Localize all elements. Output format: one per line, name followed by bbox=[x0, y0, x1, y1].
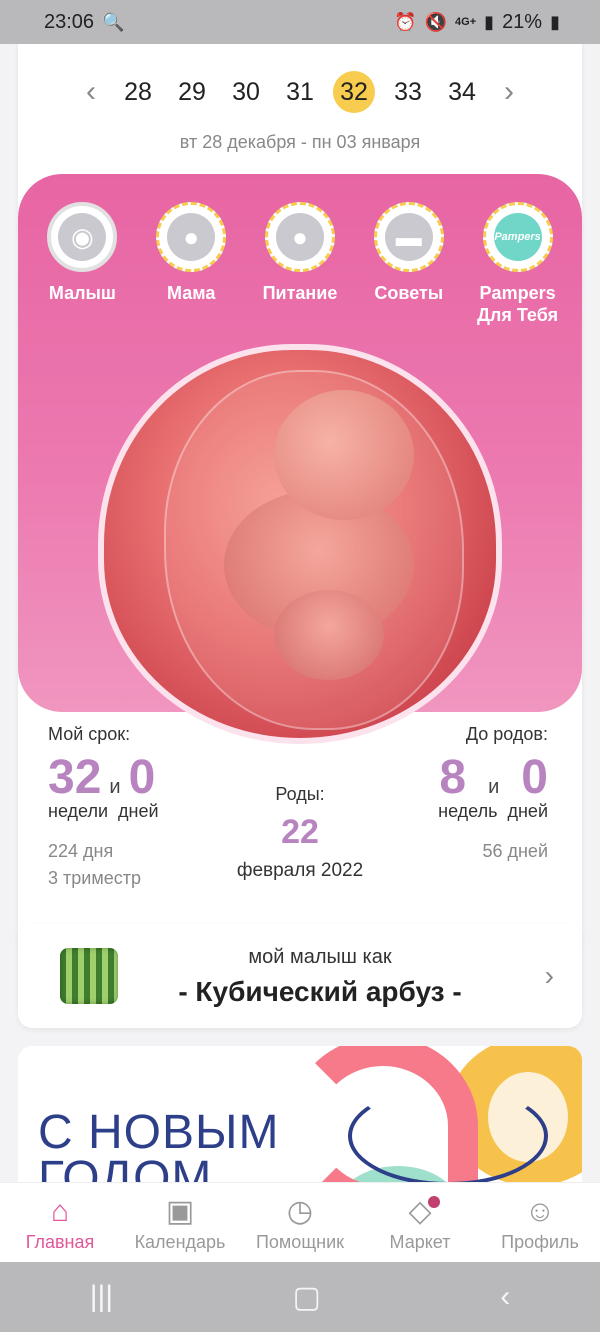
next-week-button[interactable]: › bbox=[489, 75, 529, 109]
week-selector: ‹ 28 29 30 31 32 33 34 › bbox=[18, 68, 582, 116]
network-type: 4G+ bbox=[455, 16, 477, 28]
chat-bubble-icon: ▬ bbox=[384, 213, 433, 261]
week-28[interactable]: 28 bbox=[111, 70, 165, 114]
mute-icon: 🔇 bbox=[424, 11, 448, 32]
term-total-days: 224 дня bbox=[48, 841, 114, 861]
home-button-icon[interactable]: ▢ bbox=[293, 1280, 321, 1315]
trimester: 3 триместр bbox=[48, 868, 141, 888]
term-days: 0 bbox=[128, 751, 156, 804]
week-34[interactable]: 34 bbox=[435, 70, 489, 114]
pregnancy-stats: Мой срок: 32 и 0 недели дней 224 дня 3 т… bbox=[18, 724, 582, 924]
nav-profile[interactable]: ☺ Профиль bbox=[480, 1192, 600, 1253]
due-month-year: февраля 2022 bbox=[236, 860, 364, 881]
back-icon[interactable]: ‹ bbox=[500, 1280, 510, 1314]
home-icon: ⌂ bbox=[50, 1195, 70, 1228]
baby-size-fruit: - Кубический арбуз - bbox=[178, 976, 462, 1007]
chevron-right-icon: › bbox=[544, 960, 554, 991]
profile-icon: ☺ bbox=[524, 1195, 556, 1228]
recent-apps-icon[interactable]: ||| bbox=[90, 1280, 113, 1314]
calendar-icon: ▣ bbox=[165, 1195, 195, 1228]
status-time: 23:06 bbox=[44, 10, 95, 33]
week-31[interactable]: 31 bbox=[273, 70, 327, 114]
nav-calendar[interactable]: ▣ Календарь bbox=[120, 1192, 240, 1253]
signal-icon: ▮ bbox=[484, 11, 495, 32]
new-year-banner[interactable]: С НОВЫМ ГОДОМ bbox=[18, 1046, 582, 1182]
due-date: Роды: 22 февраля 2022 bbox=[218, 784, 382, 882]
week-date-range: вт 28 декабря - пн 03 января bbox=[179, 132, 421, 152]
baby-icon: ◉ bbox=[58, 213, 107, 261]
timer-icon: ◷ bbox=[286, 1195, 314, 1228]
baby-size-card[interactable]: мой малыш как - Кубический арбуз - › bbox=[18, 924, 582, 1028]
alarm-icon: ⏰ bbox=[394, 11, 417, 32]
status-bar: 23:06 🔍 ⏰ 🔇 4G+ ▮ 21% ▮ bbox=[0, 0, 600, 44]
apple-icon: ● bbox=[275, 213, 324, 261]
week-32-current[interactable]: 32 bbox=[327, 70, 381, 114]
week-29[interactable]: 29 bbox=[165, 70, 219, 114]
baby-size-caption: мой малыш как bbox=[248, 946, 392, 968]
remaining-weeks: 8 bbox=[439, 751, 467, 804]
category-pampers[interactable]: Pampers Pampers Для Тебя bbox=[468, 202, 568, 326]
banner-text: С НОВЫМ ГОДОМ bbox=[38, 1106, 280, 1183]
category-baby[interactable]: ◉ Малыш bbox=[32, 202, 132, 326]
due-day: 22 bbox=[281, 813, 319, 851]
category-mother[interactable]: ● Мама bbox=[141, 202, 241, 326]
until-birth: До родов: 8 и 0 недель дней 56 дней bbox=[378, 724, 548, 865]
notification-badge bbox=[428, 1196, 440, 1208]
nav-assistant[interactable]: ◷ Помощник bbox=[240, 1192, 360, 1253]
category-row: ◉ Малыш ● Мама ● Питание ▬ Советы Pamper… bbox=[18, 202, 582, 326]
battery-level: 21% bbox=[502, 10, 543, 33]
tag-icon: ◇ bbox=[408, 1195, 432, 1228]
week-30[interactable]: 30 bbox=[219, 70, 273, 114]
fetus-illustration bbox=[98, 344, 502, 744]
term-weeks: 32 bbox=[48, 751, 102, 804]
pregnancy-card: ‹ 28 29 30 31 32 33 34 › вт 28 декабря -… bbox=[18, 44, 582, 950]
mother-icon: ● bbox=[167, 213, 216, 261]
category-tips[interactable]: ▬ Советы bbox=[359, 202, 459, 326]
category-nutrition[interactable]: ● Питание bbox=[250, 202, 350, 326]
pink-panel: ◉ Малыш ● Мама ● Питание ▬ Советы Pamper… bbox=[18, 174, 582, 744]
main-scroll-area[interactable]: ‹ 28 29 30 31 32 33 34 › вт 28 декабря -… bbox=[0, 44, 600, 1182]
pampers-logo: Pampers bbox=[493, 213, 542, 261]
remaining-days: 0 bbox=[521, 751, 548, 804]
remaining-total-days: 56 дней bbox=[482, 841, 548, 861]
cubic-watermelon-image bbox=[60, 948, 118, 1004]
system-navigation-bar: ||| ▢ ‹ bbox=[0, 1262, 600, 1332]
nav-market[interactable]: ◇ Маркет bbox=[360, 1192, 480, 1253]
search-icon: 🔍 bbox=[102, 11, 125, 32]
prev-week-button[interactable]: ‹ bbox=[71, 75, 111, 109]
my-term: Мой срок: 32 и 0 недели дней 224 дня 3 т… bbox=[48, 724, 228, 892]
nav-home[interactable]: ⌂ Главная bbox=[0, 1192, 120, 1253]
week-33[interactable]: 33 bbox=[381, 70, 435, 114]
bottom-navigation: ⌂ Главная ▣ Календарь ◷ Помощник ◇ Марке… bbox=[0, 1182, 600, 1262]
battery-icon: ▮ bbox=[550, 11, 560, 32]
